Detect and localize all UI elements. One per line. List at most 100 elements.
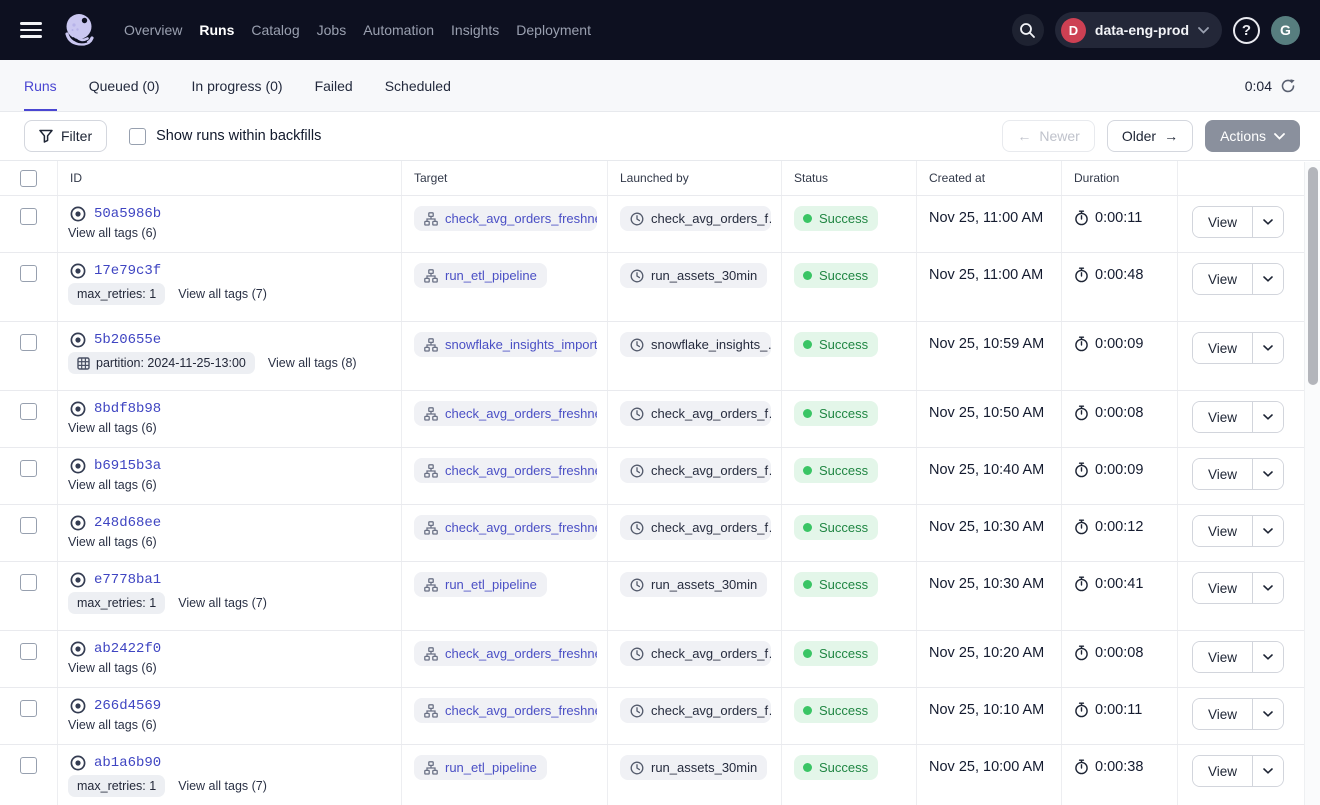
view-all-tags-link[interactable]: View all tags (7) bbox=[178, 779, 267, 793]
run-id-link[interactable]: ab1a6b90 bbox=[94, 755, 161, 771]
view-all-tags-link[interactable]: View all tags (7) bbox=[178, 596, 267, 610]
row-checkbox[interactable] bbox=[20, 265, 37, 282]
view-all-tags-link[interactable]: View all tags (8) bbox=[268, 356, 357, 370]
hamburger-menu-icon[interactable] bbox=[20, 22, 42, 38]
run-id-link[interactable]: 8bdf8b98 bbox=[94, 401, 161, 417]
row-checkbox[interactable] bbox=[20, 757, 37, 774]
view-all-tags-link[interactable]: View all tags (6) bbox=[68, 718, 157, 732]
row-checkbox[interactable] bbox=[20, 403, 37, 420]
tab-queued[interactable]: Queued (0) bbox=[89, 60, 160, 111]
run-tag-pill[interactable]: partition: 2024-11-25-13:00 bbox=[68, 352, 255, 374]
actions-button[interactable]: Actions bbox=[1205, 120, 1300, 152]
row-checkbox[interactable] bbox=[20, 334, 37, 351]
run-id-link[interactable]: 248d68ee bbox=[94, 515, 161, 531]
view-dropdown-button[interactable] bbox=[1253, 333, 1283, 363]
tab-failed[interactable]: Failed bbox=[315, 60, 353, 111]
view-dropdown-button[interactable] bbox=[1253, 699, 1283, 729]
launched-by-pill[interactable]: run_assets_30min bbox=[620, 572, 767, 597]
view-button[interactable]: View bbox=[1193, 573, 1253, 603]
nav-item-jobs[interactable]: Jobs bbox=[317, 16, 347, 44]
nav-item-runs[interactable]: Runs bbox=[199, 16, 234, 44]
backfills-checkbox[interactable] bbox=[129, 128, 146, 145]
row-checkbox[interactable] bbox=[20, 208, 37, 225]
view-button[interactable]: View bbox=[1193, 459, 1253, 489]
view-button[interactable]: View bbox=[1193, 756, 1253, 786]
view-button[interactable]: View bbox=[1193, 642, 1253, 672]
row-checkbox[interactable] bbox=[20, 574, 37, 591]
target-pill[interactable]: snowflake_insights_import bbox=[414, 332, 597, 357]
target-pill[interactable]: run_etl_pipeline bbox=[414, 755, 547, 780]
row-checkbox[interactable] bbox=[20, 700, 37, 717]
run-id-link[interactable]: ab2422f0 bbox=[94, 641, 161, 657]
run-id-link[interactable]: 17e79c3f bbox=[94, 263, 161, 279]
launched-by-pill[interactable]: check_avg_orders_f… bbox=[620, 698, 771, 723]
run-id-link[interactable]: 266d4569 bbox=[94, 698, 161, 714]
view-all-tags-link[interactable]: View all tags (6) bbox=[68, 478, 157, 492]
launched-by-pill[interactable]: run_assets_30min bbox=[620, 263, 767, 288]
target-pill[interactable]: check_avg_orders_freshne bbox=[414, 458, 597, 483]
view-dropdown-button[interactable] bbox=[1253, 756, 1283, 786]
run-id-link[interactable]: 5b20655e bbox=[94, 332, 161, 348]
run-id-link[interactable]: b6915b3a bbox=[94, 458, 161, 474]
view-button[interactable]: View bbox=[1193, 207, 1253, 237]
row-checkbox[interactable] bbox=[20, 517, 37, 534]
launched-by-pill[interactable]: check_avg_orders_f… bbox=[620, 515, 771, 540]
run-tag-pill[interactable]: max_retries: 1 bbox=[68, 283, 165, 305]
launched-by-pill[interactable]: run_assets_30min bbox=[620, 755, 767, 780]
run-tag-pill[interactable]: max_retries: 1 bbox=[68, 592, 165, 614]
launched-by-pill[interactable]: check_avg_orders_f… bbox=[620, 401, 771, 426]
view-dropdown-button[interactable] bbox=[1253, 516, 1283, 546]
target-pill[interactable]: check_avg_orders_freshne bbox=[414, 698, 597, 723]
search-button[interactable] bbox=[1012, 14, 1044, 46]
vertical-scrollbar[interactable] bbox=[1304, 162, 1320, 805]
run-id-link[interactable]: e7778ba1 bbox=[94, 572, 161, 588]
target-pill[interactable]: check_avg_orders_freshne bbox=[414, 515, 597, 540]
launched-by-pill[interactable]: check_avg_orders_f… bbox=[620, 458, 771, 483]
view-all-tags-link[interactable]: View all tags (6) bbox=[68, 226, 157, 240]
launched-by-pill[interactable]: snowflake_insights_… bbox=[620, 332, 771, 357]
target-pill[interactable]: check_avg_orders_freshne bbox=[414, 641, 597, 666]
target-pill[interactable]: check_avg_orders_freshne bbox=[414, 206, 597, 231]
view-button[interactable]: View bbox=[1193, 699, 1253, 729]
target-pill[interactable]: run_etl_pipeline bbox=[414, 572, 547, 597]
select-all-checkbox[interactable] bbox=[20, 170, 37, 187]
view-dropdown-button[interactable] bbox=[1253, 264, 1283, 294]
nav-item-insights[interactable]: Insights bbox=[451, 16, 499, 44]
deployment-switcher[interactable]: D data-eng-prod bbox=[1055, 12, 1222, 48]
launched-by-pill[interactable]: check_avg_orders_f… bbox=[620, 206, 771, 231]
user-avatar[interactable]: G bbox=[1271, 16, 1300, 45]
nav-item-deployment[interactable]: Deployment bbox=[516, 16, 591, 44]
nav-item-automation[interactable]: Automation bbox=[363, 16, 434, 44]
view-all-tags-link[interactable]: View all tags (6) bbox=[68, 661, 157, 675]
newer-button[interactable]: ← Newer bbox=[1002, 120, 1094, 152]
target-pill[interactable]: run_etl_pipeline bbox=[414, 263, 547, 288]
view-button[interactable]: View bbox=[1193, 264, 1253, 294]
view-all-tags-link[interactable]: View all tags (6) bbox=[68, 535, 157, 549]
filter-button[interactable]: Filter bbox=[24, 120, 107, 152]
tab-in-progress[interactable]: In progress (0) bbox=[192, 60, 283, 111]
view-all-tags-link[interactable]: View all tags (7) bbox=[178, 287, 267, 301]
scrollbar-thumb[interactable] bbox=[1308, 167, 1318, 385]
help-button[interactable]: ? bbox=[1233, 17, 1260, 44]
view-button[interactable]: View bbox=[1193, 333, 1253, 363]
view-dropdown-button[interactable] bbox=[1253, 573, 1283, 603]
target-pill[interactable]: check_avg_orders_freshne bbox=[414, 401, 597, 426]
view-dropdown-button[interactable] bbox=[1253, 459, 1283, 489]
tab-scheduled[interactable]: Scheduled bbox=[385, 60, 451, 111]
row-checkbox[interactable] bbox=[20, 643, 37, 660]
view-all-tags-link[interactable]: View all tags (6) bbox=[68, 421, 157, 435]
refresh-icon[interactable] bbox=[1280, 78, 1296, 94]
view-dropdown-button[interactable] bbox=[1253, 207, 1283, 237]
view-button[interactable]: View bbox=[1193, 402, 1253, 432]
tab-runs[interactable]: Runs bbox=[24, 60, 57, 111]
nav-item-catalog[interactable]: Catalog bbox=[251, 16, 299, 44]
launched-by-pill[interactable]: check_avg_orders_f… bbox=[620, 641, 771, 666]
nav-item-overview[interactable]: Overview bbox=[124, 16, 182, 44]
view-dropdown-button[interactable] bbox=[1253, 402, 1283, 432]
run-tag-pill[interactable]: max_retries: 1 bbox=[68, 775, 165, 797]
row-checkbox[interactable] bbox=[20, 460, 37, 477]
view-button[interactable]: View bbox=[1193, 516, 1253, 546]
dagster-logo-icon[interactable] bbox=[60, 11, 98, 49]
older-button[interactable]: Older → bbox=[1107, 120, 1193, 152]
run-id-link[interactable]: 50a5986b bbox=[94, 206, 161, 222]
